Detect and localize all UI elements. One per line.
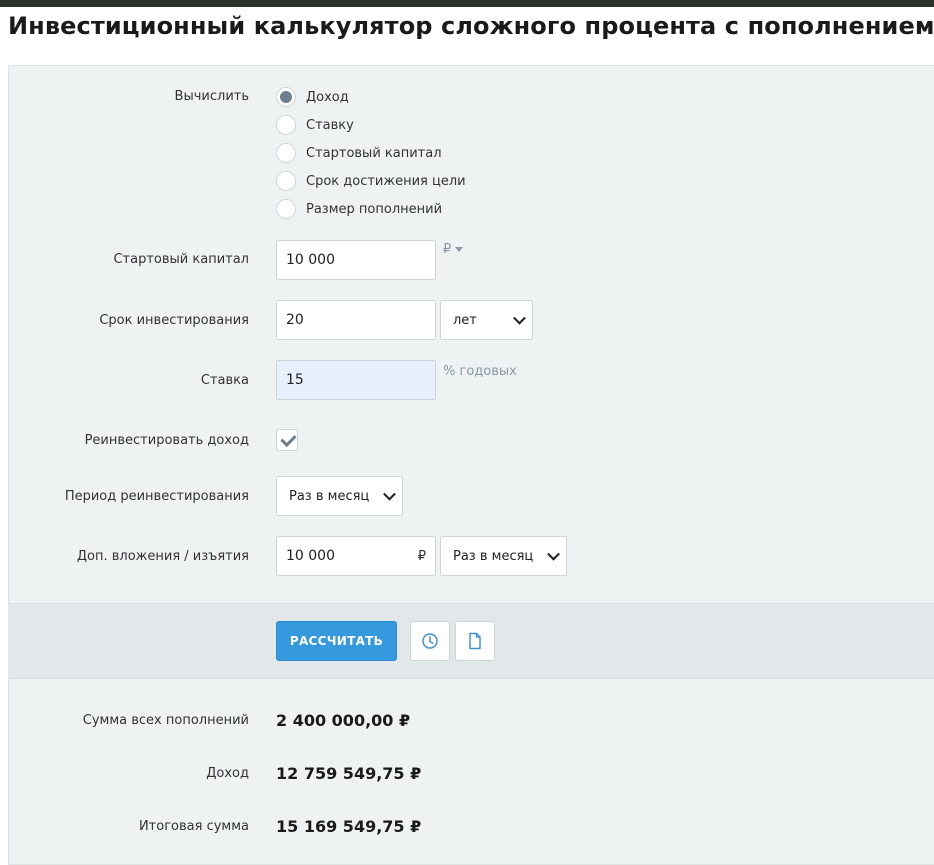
start-capital-label: Стартовый капитал [113,252,249,267]
term-unit-select[interactable]: лет [440,300,533,340]
currency-dropdown[interactable]: ₽ [443,242,464,257]
term-input[interactable]: 20 [276,300,436,340]
rate-input[interactable]: 15 [276,360,436,400]
reinvest-period-label: Период реинвестирования [64,489,249,504]
reinvest-checkbox[interactable] [276,429,298,451]
final-sum-value: 15 169 549,75 ₽ [276,817,422,836]
radio-goal-term[interactable]: Срок достижения цели [276,170,466,192]
contributions-currency: ₽ [417,548,426,564]
clock-icon [422,633,438,649]
select-value: Раз в месяц [453,548,534,564]
contributions-label: Доп. вложения / изъятия [76,549,249,564]
caret-down-icon [455,247,464,252]
radio-label: Стартовый капитал [306,145,442,161]
calculator-panel [8,65,934,865]
start-capital-input[interactable]: 10 000 [276,240,436,280]
contributions-input[interactable]: 10 000 ₽ [276,536,436,576]
radio-label: Срок достижения цели [306,173,466,189]
radio-button[interactable] [276,115,296,135]
income-label: Доход [206,766,249,781]
chevron-down-icon [547,547,560,561]
radio-button[interactable] [276,171,296,191]
total-contributions-label: Сумма всех пополнений [82,713,249,728]
radio-label: Ставку [306,117,354,133]
radio-button[interactable] [276,143,296,163]
rate-label: Ставка [200,373,249,388]
select-value: Раз в месяц [289,488,370,504]
rate-unit: % годовых [443,364,517,379]
reinvest-period-select[interactable]: Раз в месяц [276,476,403,516]
radio-label: Доход [306,89,349,105]
select-value: лет [453,312,477,328]
reinvest-label: Реинвестировать доход [84,433,249,448]
radio-rate[interactable]: Ставку [276,114,354,136]
document-icon [469,632,481,650]
currency-label: ₽ [443,242,452,257]
checkmark-icon [280,430,297,448]
compute-label: Вычислить [174,89,249,104]
chevron-down-icon [513,311,526,325]
calculate-button[interactable]: РАССЧИТАТЬ [276,621,397,661]
contributions-value: 10 000 [286,548,335,564]
total-contributions-value: 2 400 000,00 ₽ [276,711,411,730]
radio-button[interactable] [276,87,296,107]
top-bar [0,0,934,7]
final-sum-label: Итоговая сумма [138,819,249,834]
history-button[interactable] [410,621,450,661]
radio-start-capital[interactable]: Стартовый капитал [276,142,442,164]
radio-income[interactable]: Доход [276,86,349,108]
chevron-down-icon [383,487,396,501]
document-button[interactable] [455,621,495,661]
term-label: Срок инвестирования [99,313,249,328]
radio-label: Размер пополнений [306,201,443,217]
page-title: Инвестиционный калькулятор сложного проц… [8,12,934,40]
contributions-period-select[interactable]: Раз в месяц [440,536,567,576]
radio-contribution-size[interactable]: Размер пополнений [276,198,442,220]
income-value: 12 759 549,75 ₽ [276,764,422,783]
radio-button[interactable] [276,199,296,219]
